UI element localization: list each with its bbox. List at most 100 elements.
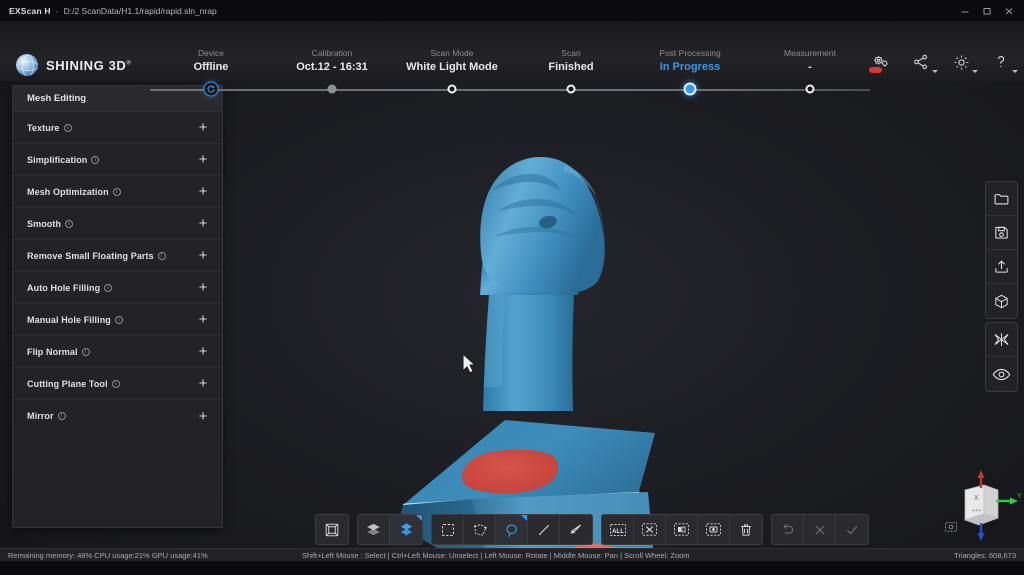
select-all-button[interactable]: ALL <box>602 515 634 544</box>
workflow-step-post-processing[interactable]: Post Processing In Progress <box>659 46 720 75</box>
step-value: Offline <box>194 60 229 75</box>
brush-select-icon[interactable] <box>560 515 592 544</box>
step-ring-icon <box>806 85 815 94</box>
lasso-select-icon[interactable] <box>496 515 528 544</box>
info-icon[interactable]: i <box>82 348 90 356</box>
notification-badge <box>869 67 882 73</box>
cancel-button[interactable] <box>804 515 836 544</box>
info-icon[interactable]: i <box>104 284 112 292</box>
workflow-step-calibration[interactable]: Calibration Oct.12 - 16:31 <box>296 46 368 75</box>
sidebar-item-mesh-optimization[interactable]: Mesh Optimization i + <box>13 176 222 208</box>
expand-icon[interactable]: + <box>196 312 210 327</box>
tool-label: Simplification <box>27 155 87 165</box>
close-icon[interactable] <box>998 0 1020 21</box>
export-mesh-icon[interactable] <box>986 250 1017 284</box>
workflow-node-device[interactable] <box>204 82 219 97</box>
step-label: Calibration <box>296 46 368 60</box>
polygon-select-icon[interactable] <box>464 515 496 544</box>
solid-mesh-icon[interactable] <box>390 515 422 544</box>
expand-icon[interactable]: + <box>196 120 210 135</box>
open-project-icon[interactable] <box>986 182 1017 216</box>
gizmo-face-label-x: X <box>974 495 979 502</box>
window-controls <box>954 0 1020 21</box>
step-label: Measurement <box>784 46 836 60</box>
visibility-icon[interactable] <box>986 357 1017 391</box>
sidebar-item-simplification[interactable]: Simplification i + <box>13 144 222 176</box>
workflow-node-scan[interactable] <box>567 85 576 94</box>
workflow-node-scan-mode[interactable] <box>448 85 457 94</box>
maximize-icon[interactable] <box>976 0 998 21</box>
undo-button[interactable] <box>772 515 804 544</box>
sidebar-item-remove-small-floating-parts[interactable]: Remove Small Floating Parts i + <box>13 240 222 272</box>
expand-icon[interactable]: + <box>196 376 210 391</box>
expand-icon[interactable]: + <box>196 248 210 263</box>
apply-button[interactable] <box>836 515 868 544</box>
view-mode-group <box>315 514 349 545</box>
minimize-icon[interactable] <box>954 0 976 21</box>
info-icon[interactable]: i <box>112 380 120 388</box>
workflow-step-device[interactable]: Device Offline <box>194 46 229 75</box>
tool-label: Smooth <box>27 219 61 229</box>
info-icon[interactable]: i <box>58 412 66 420</box>
tool-label: Flip Normal <box>27 347 78 357</box>
title-bar: EXScan H - D:/2 ScanData/H1.1/rapid/rapi… <box>0 0 1024 21</box>
info-icon[interactable]: i <box>113 188 121 196</box>
sidebar-item-texture[interactable]: Texture i + <box>13 112 222 144</box>
selection-actions-group: ALL <box>601 514 763 545</box>
expand-icon[interactable]: + <box>196 409 210 424</box>
save-project-icon[interactable] <box>986 216 1017 250</box>
settings-gear-icon[interactable] <box>948 49 974 75</box>
workflow-node-calibration[interactable] <box>328 85 337 94</box>
info-icon[interactable]: i <box>91 156 99 164</box>
sidebar-item-flip-normal[interactable]: Flip Normal i + <box>13 336 222 368</box>
refresh-node-icon <box>204 82 219 97</box>
tool-label: Cutting Plane Tool <box>27 379 108 389</box>
workflow-step-scan[interactable]: Scan Finished <box>548 46 593 75</box>
delete-selection-button[interactable] <box>730 515 762 544</box>
sidebar-item-manual-hole-filling[interactable]: Manual Hole Filling i + <box>13 304 222 336</box>
rectangle-select-icon[interactable] <box>432 515 464 544</box>
info-icon[interactable]: i <box>115 316 123 324</box>
sidebar-item-mirror[interactable]: Mirror i + <box>13 400 222 432</box>
mouse-cursor <box>463 354 475 373</box>
info-icon[interactable]: i <box>64 124 72 132</box>
expand-icon[interactable]: + <box>196 344 210 359</box>
expand-icon[interactable]: + <box>196 280 210 295</box>
layers-icon[interactable] <box>358 515 390 544</box>
header-bar: SHINING 3D® Device Offline Calibration O <box>0 21 1024 81</box>
sidebar-item-smooth[interactable]: Smooth i + <box>13 208 222 240</box>
workflow-steps: Device Offline Calibration Oct.12 - 16:3… <box>150 42 870 102</box>
app-name: EXScan H <box>9 6 51 16</box>
sidebar-item-auto-hole-filling[interactable]: Auto Hole Filling i + <box>13 272 222 304</box>
expand-icon[interactable]: + <box>196 184 210 199</box>
sidebar-item-cutting-plane-tool[interactable]: Cutting Plane Tool i + <box>13 368 222 400</box>
expand-icon[interactable]: + <box>196 152 210 167</box>
info-icon[interactable]: i <box>65 220 73 228</box>
invert-selection-button[interactable] <box>666 515 698 544</box>
deselect-all-button[interactable] <box>634 515 666 544</box>
expand-icon[interactable]: + <box>196 216 210 231</box>
line-select-icon[interactable] <box>528 515 560 544</box>
info-icon[interactable]: i <box>158 252 166 260</box>
mesh-align-icon[interactable] <box>986 323 1017 357</box>
share-icon[interactable] <box>908 49 934 75</box>
gizmo-axis-label-y: Y <box>1017 493 1022 500</box>
footer-strip <box>0 561 1024 575</box>
svg-text:+++: +++ <box>972 508 982 514</box>
help-icon[interactable] <box>988 49 1014 75</box>
triangle-count-text: Triangles: 608,673 <box>954 551 1016 560</box>
workflow-node-post-processing[interactable] <box>684 83 697 96</box>
device-settings-icon[interactable] <box>868 49 894 75</box>
workflow-step-measurement[interactable]: Measurement - <box>784 46 836 75</box>
registered-mark: ® <box>126 60 131 66</box>
confirm-group <box>771 514 869 545</box>
home-view-icon[interactable] <box>944 520 958 539</box>
workflow-node-measurement[interactable] <box>806 85 815 94</box>
workflow-step-scan-mode[interactable]: Scan Mode White Light Mode <box>406 46 498 75</box>
mouse-hints-text: Shift+Left Mouse : Select | Ctrl+Left Mo… <box>302 551 690 560</box>
bounding-box-icon[interactable] <box>316 515 348 544</box>
select-visible-button[interactable] <box>698 515 730 544</box>
axis-gizmo[interactable]: X +++ Y <box>938 468 1024 548</box>
mesh-editing-tool-list: Texture i + Simplification i + Mesh Opti… <box>13 112 222 432</box>
model-view-icon[interactable] <box>986 284 1017 318</box>
